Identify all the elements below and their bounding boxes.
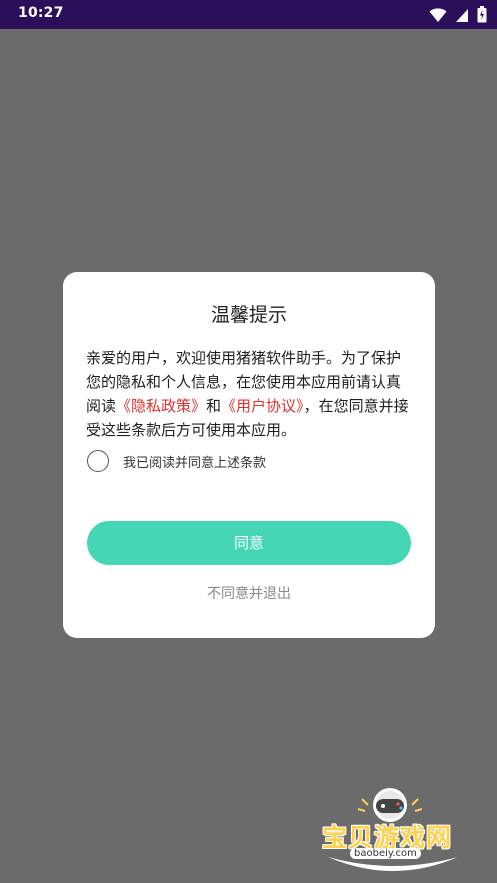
- dialog-message: 亲爱的用户，欢迎使用猪猪软件助手。为了保护您的隐私和个人信息，在您使用本应用前请…: [86, 346, 415, 442]
- privacy-policy-link[interactable]: 《隐私政策》: [116, 397, 206, 415]
- consent-checkbox-label[interactable]: 我已阅读并同意上述条款: [123, 452, 266, 471]
- watermark-logo: 宝贝游戏网 baobeiy.com: [318, 785, 468, 875]
- status-icons: [429, 6, 487, 23]
- status-time: 10:27: [18, 5, 64, 21]
- status-bar: 10:27: [0, 0, 497, 29]
- signal-icon: [455, 7, 469, 23]
- dialog-title: 温馨提示: [210, 304, 287, 326]
- disagree-exit-button[interactable]: 不同意并退出: [63, 583, 435, 603]
- consent-checkbox[interactable]: [87, 450, 109, 472]
- agree-button[interactable]: 同意: [87, 521, 411, 565]
- privacy-dialog: 温馨提示 亲爱的用户，欢迎使用猪猪软件助手。为了保护您的隐私和个人信息，在您使用…: [63, 272, 435, 638]
- user-agreement-link[interactable]: 《用户协议》: [221, 397, 304, 415]
- wifi-icon: [429, 7, 447, 23]
- watermark-url: baobeiy.com: [350, 848, 421, 859]
- message-connector: 和: [206, 397, 222, 415]
- battery-icon: [477, 6, 487, 23]
- consent-checkbox-row[interactable]: 我已阅读并同意上述条款: [87, 450, 266, 472]
